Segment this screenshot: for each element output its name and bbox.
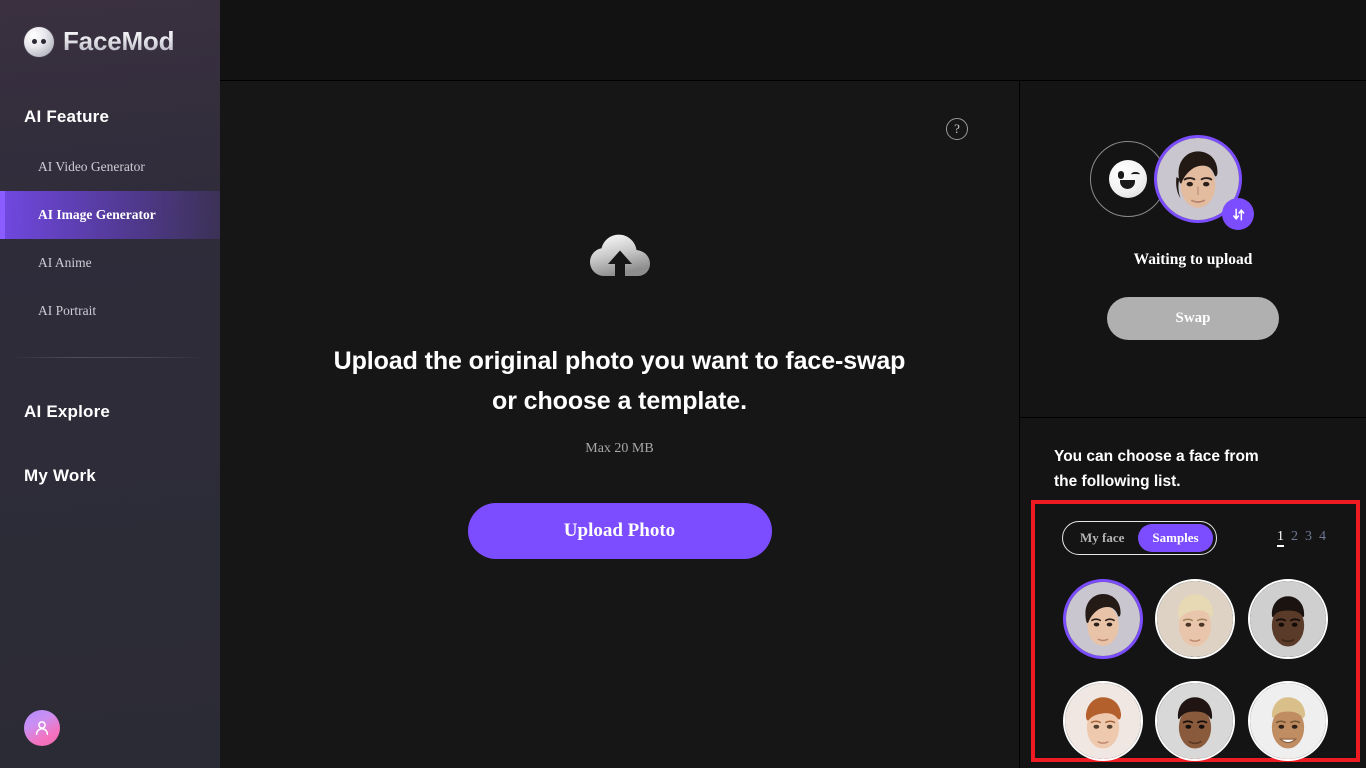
- face-option-2[interactable]: [1155, 579, 1236, 659]
- upload-title: Upload the original photo you want to fa…: [333, 347, 906, 415]
- top-bar: [220, 0, 1366, 81]
- swap-preview-section: Waiting to upload Swap: [1020, 81, 1366, 418]
- main-area: ? Upload the original photo you want to …: [220, 0, 1366, 768]
- face-option-4[interactable]: [1063, 681, 1144, 761]
- face-pair-preview: [1090, 135, 1296, 230]
- face-picker-toolbar: My face Samples 1 2 3 4: [1035, 521, 1356, 555]
- logo-left-eye-icon: [32, 38, 37, 44]
- winking-face-icon: [1109, 160, 1147, 198]
- face-portrait-icon: [1249, 581, 1326, 657]
- upload-max-size: Max 20 MB: [585, 441, 654, 456]
- swap-arrows-icon[interactable]: [1222, 198, 1254, 230]
- emoji-eye-icon: [1118, 171, 1124, 179]
- page-4[interactable]: 4: [1319, 529, 1326, 547]
- brand-logo[interactable]: FaceMod: [0, 0, 220, 57]
- sidebar-item-label: AI Portrait: [38, 303, 97, 318]
- face-portrait-icon: [1065, 683, 1142, 759]
- facemod-face-icon: [24, 26, 54, 57]
- upload-photo-button[interactable]: Upload Photo: [467, 503, 772, 559]
- page-3[interactable]: 3: [1305, 529, 1312, 547]
- page-1[interactable]: 1: [1277, 529, 1284, 547]
- sidebar-item-ai-image-generator[interactable]: AI Image Generator: [0, 191, 220, 239]
- sidebar-section-title: AI Feature: [24, 107, 110, 126]
- tab-samples[interactable]: Samples: [1138, 524, 1213, 552]
- page-2[interactable]: 2: [1291, 529, 1298, 547]
- sidebar-item-label: AI Anime: [38, 255, 92, 270]
- face-picker-highlight-box: My face Samples 1 2 3 4: [1031, 500, 1360, 762]
- content-row: ? Upload the original photo you want to …: [220, 81, 1366, 768]
- face-portrait-icon: [1157, 683, 1234, 759]
- swap-status-text: Waiting to upload: [1133, 251, 1253, 268]
- face-option-1[interactable]: [1063, 579, 1144, 659]
- swap-button[interactable]: Swap: [1107, 297, 1279, 340]
- face-portrait-icon: [1157, 581, 1234, 657]
- logo-right-eye-icon: [41, 38, 46, 44]
- help-icon[interactable]: ?: [946, 118, 968, 140]
- face-thumbnail-grid: [1035, 555, 1356, 761]
- emoji-mouth-icon: [1120, 180, 1135, 189]
- cloud-upload-icon: [586, 230, 654, 291]
- sidebar-item-ai-video-generator[interactable]: AI Video Generator: [0, 143, 220, 191]
- brand-name: FaceMod: [63, 26, 175, 56]
- app-root: FaceMod AI Feature AI Video Generator AI…: [0, 0, 1366, 768]
- pagination: 1 2 3 4: [1277, 529, 1326, 547]
- face-portrait-icon: [1249, 683, 1326, 759]
- face-portrait-icon: [1066, 582, 1141, 656]
- upload-canvas[interactable]: ? Upload the original photo you want to …: [220, 81, 1020, 768]
- user-avatar[interactable]: [24, 710, 60, 746]
- face-option-5[interactable]: [1155, 681, 1236, 761]
- sidebar-item-ai-explore[interactable]: AI Explore: [0, 402, 220, 422]
- face-option-3[interactable]: [1247, 579, 1328, 659]
- sidebar-item-label: AI Image Generator: [38, 207, 156, 222]
- sidebar-divider: [8, 357, 206, 358]
- face-option-6[interactable]: [1247, 681, 1328, 761]
- right-panel: Waiting to upload Swap You can choose a …: [1020, 81, 1366, 768]
- face-source-toggle: My face Samples: [1062, 521, 1217, 555]
- tab-my-face[interactable]: My face: [1066, 524, 1138, 552]
- sidebar-item-ai-anime[interactable]: AI Anime: [0, 239, 220, 287]
- sidebar-item-ai-portrait[interactable]: AI Portrait: [0, 287, 220, 335]
- person-icon: [35, 721, 49, 735]
- sidebar: FaceMod AI Feature AI Video Generator AI…: [0, 0, 220, 768]
- sidebar-item-my-work[interactable]: My Work: [0, 466, 220, 486]
- face-library-section: You can choose a face from the following…: [1020, 418, 1366, 768]
- sidebar-nav: AI Video Generator AI Image Generator AI…: [0, 143, 220, 335]
- face-library-heading: You can choose a face from the following…: [1054, 448, 1259, 490]
- emoji-wink-icon: [1131, 172, 1140, 177]
- sidebar-item-label: AI Video Generator: [38, 159, 145, 174]
